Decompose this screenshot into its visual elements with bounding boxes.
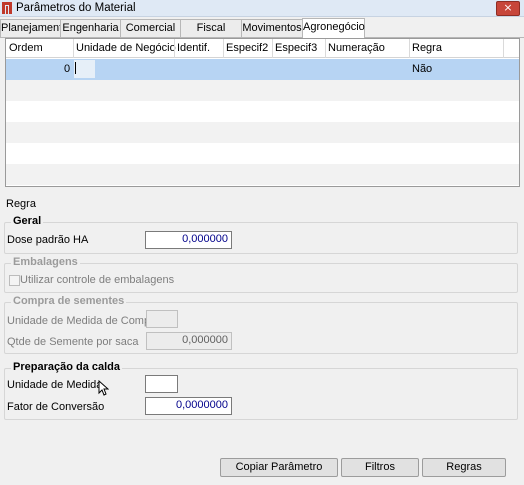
copiar-parametro-button[interactable]: Copiar Parâmetro xyxy=(220,458,338,477)
regras-button[interactable]: Regras xyxy=(422,458,506,477)
fator-conversao-label: Fator de Conversão xyxy=(7,401,105,413)
table-row[interactable] xyxy=(6,101,519,122)
regra-section-label: Regra xyxy=(6,198,36,210)
close-icon: × xyxy=(503,1,513,14)
table-row[interactable] xyxy=(6,164,519,185)
tab-comercial[interactable]: Comercial xyxy=(120,19,181,37)
table-row[interactable] xyxy=(6,143,519,164)
column-header-identif[interactable]: Identif. xyxy=(177,42,210,54)
rules-grid[interactable]: Ordem Unidade de Negócio Identif. Especi… xyxy=(5,38,520,187)
cell-regra: Não xyxy=(412,63,433,75)
table-row[interactable]: 0 Não xyxy=(6,59,519,80)
mouse-pointer-icon xyxy=(98,380,109,396)
qtde-semente-field[interactable]: 0,000000 xyxy=(146,332,232,350)
tab-strip: Planejamento Engenharia Comercial Fiscal… xyxy=(0,18,524,38)
qtde-semente-label: Qtde de Semente por saca xyxy=(7,336,139,348)
cell-editor-unidade-negocio[interactable] xyxy=(74,60,95,78)
column-separator xyxy=(223,39,224,58)
grid-header: Ordem Unidade de Negócio Identif. Especi… xyxy=(6,39,519,58)
group-preparacao-calda: Preparação da calda Unidade de Medida Fa… xyxy=(4,361,518,420)
cell-ordem: 0 xyxy=(64,63,71,75)
column-separator xyxy=(503,39,504,58)
column-separator xyxy=(174,39,175,58)
embalagens-checkbox[interactable] xyxy=(9,275,20,286)
column-separator xyxy=(325,39,326,58)
table-row[interactable] xyxy=(6,122,519,143)
group-title-preparacao-calda: Preparação da calda xyxy=(11,361,123,373)
unidade-medida-field[interactable] xyxy=(145,375,178,393)
tab-agronegocio[interactable]: Agronegócio xyxy=(302,18,365,38)
app-logo-icon xyxy=(2,2,12,14)
close-button[interactable]: × xyxy=(496,1,520,16)
column-header-regra[interactable]: Regra xyxy=(412,42,442,54)
unidade-compra-field[interactable] xyxy=(146,310,178,328)
column-header-unidade-negocio[interactable]: Unidade de Negócio xyxy=(76,42,176,54)
window-title: Parâmetros do Material xyxy=(16,2,136,14)
tab-planejamento[interactable]: Planejamento xyxy=(0,19,68,37)
column-header-ordem[interactable]: Ordem xyxy=(9,42,43,54)
group-title-embalagens: Embalagens xyxy=(11,256,80,268)
unidade-medida-label: Unidade de Medida xyxy=(7,379,103,391)
unidade-compra-label: Unidade de Medida de Compra xyxy=(7,315,160,327)
column-separator xyxy=(409,39,410,58)
dose-padrao-label: Dose padrão HA xyxy=(7,234,89,246)
embalagens-checkbox-label: Utilizar controle de embalagens xyxy=(20,274,175,286)
column-header-especif3[interactable]: Especif3 xyxy=(275,42,317,54)
tab-engenharia[interactable]: Engenharia xyxy=(60,19,121,37)
fator-conversao-field[interactable]: 0,0000000 xyxy=(145,397,232,415)
column-header-especif2[interactable]: Especif2 xyxy=(226,42,268,54)
group-embalagens: Embalagens Utilizar controle de embalage… xyxy=(4,256,518,293)
group-geral: Geral Dose padrão HA 0,000000 xyxy=(4,215,518,254)
filtros-button[interactable]: Filtros xyxy=(341,458,419,477)
column-separator xyxy=(272,39,273,58)
table-row[interactable] xyxy=(6,80,519,101)
group-compra-sementes: Compra de sementes Unidade de Medida de … xyxy=(4,295,518,354)
column-header-numeracao[interactable]: Numeração xyxy=(328,42,385,54)
tab-fiscal[interactable]: Fiscal xyxy=(180,19,242,37)
tab-movimentos[interactable]: Movimentos xyxy=(241,19,303,37)
text-caret xyxy=(75,62,76,74)
group-title-geral: Geral xyxy=(11,215,44,227)
column-separator xyxy=(73,39,74,58)
group-title-compra-sementes: Compra de sementes xyxy=(11,295,127,307)
dose-padrao-field[interactable]: 0,000000 xyxy=(145,231,232,249)
window-titlebar: Parâmetros do Material × xyxy=(0,0,524,17)
